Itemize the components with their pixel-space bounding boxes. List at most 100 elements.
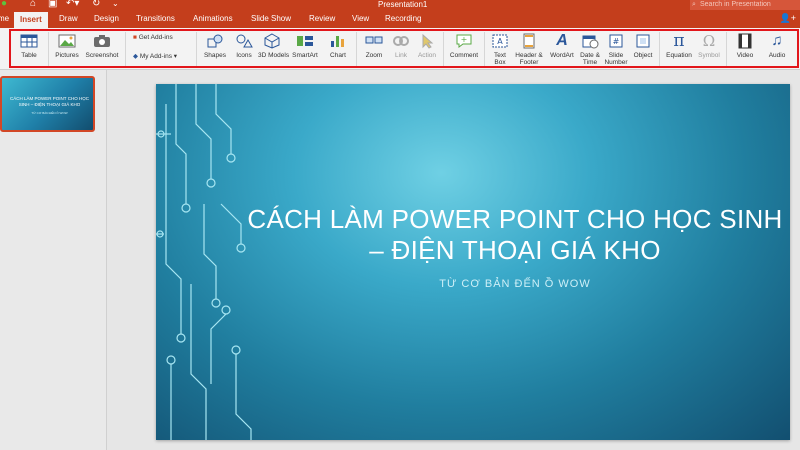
zoom-label: Zoom — [365, 52, 383, 59]
slide-title[interactable]: CÁCH LÀM POWER POINT CHO HỌC SINH – ĐIỆN… — [240, 204, 790, 266]
slide-subtitle[interactable]: TỪ CƠ BẢN ĐẾN Ồ WOW — [240, 278, 790, 290]
smartart-icon — [297, 36, 313, 46]
addins-icon: ◆ — [133, 53, 138, 60]
home-icon[interactable]: ⌂ — [30, 0, 36, 9]
chart-label: Chart — [330, 52, 346, 59]
action-button[interactable]: Action — [414, 28, 440, 70]
slide-number-icon: # — [609, 34, 623, 48]
zoom-icon — [365, 36, 383, 44]
chart-icon — [331, 36, 344, 47]
action-label: Action — [417, 52, 437, 59]
my-addins-button[interactable]: ◆ My Add-ins ▾ — [133, 52, 177, 60]
table-button[interactable]: Table — [14, 28, 44, 70]
share-icon[interactable]: 👤+ — [780, 13, 796, 24]
shapes-icon — [207, 34, 223, 48]
tab-slide-show[interactable]: Slide Show — [251, 14, 291, 24]
icons-label: Icons — [236, 52, 252, 59]
thumbnail-subtitle: TỪ CƠ BẢN ĐẾN Ồ WOW — [31, 111, 68, 115]
header-footer-icon — [523, 33, 535, 49]
smartart-button[interactable]: SmartArt — [288, 28, 322, 70]
object-icon — [636, 34, 650, 48]
search-placeholder: Search in Presentation — [700, 1, 771, 8]
slide-number-button[interactable]: # Slide Number — [602, 28, 630, 70]
window-controls[interactable]: ● — [1, 0, 7, 9]
tab-draw[interactable]: Draw — [59, 14, 78, 24]
film-icon — [738, 33, 752, 49]
svg-text:#: # — [613, 37, 620, 46]
tab-recording[interactable]: Recording — [385, 14, 421, 24]
slide-thumbnail-pane: CÁCH LÀM POWER POINT CHO HỌC SINH – ĐIỆN… — [0, 70, 107, 450]
video-button[interactable]: Video — [730, 28, 760, 70]
ribbon-insert: Table Pictures Screenshot ■ Get Add-ins … — [0, 28, 800, 70]
zoom-button[interactable]: Zoom — [360, 28, 388, 70]
pictures-label: Pictures — [55, 52, 79, 59]
thumbnail-title: CÁCH LÀM POWER POINT CHO HỌC SINH – ĐIỆN… — [10, 96, 89, 107]
date-time-button[interactable]: Date & Time — [578, 28, 602, 70]
pictures-icon — [58, 34, 76, 48]
slide-canvas[interactable]: CÁCH LÀM POWER POINT CHO HỌC SINH – ĐIỆN… — [156, 84, 790, 440]
link-label: Link — [395, 52, 407, 59]
text-box-button[interactable]: A Text Box — [488, 28, 512, 70]
tab-design[interactable]: Design — [94, 14, 119, 24]
chart-button[interactable]: Chart — [322, 28, 354, 70]
object-button[interactable]: Object — [630, 28, 656, 70]
screenshot-button[interactable]: Screenshot — [83, 28, 121, 70]
wordart-button[interactable]: A WordArt — [546, 28, 578, 70]
link-icon — [393, 36, 409, 46]
title-bar: ● ⌂ ▣ ↶▾ ↻ ⌄ Presentation1 ⌕ Search in P… — [0, 0, 800, 10]
comment-button[interactable]: + Comment — [447, 28, 481, 70]
symbol-button[interactable]: Ω Symbol — [696, 28, 722, 70]
slide-number-label: Slide Number — [604, 52, 628, 66]
my-addins-label: My Add-ins — [139, 53, 172, 60]
smartart-label: SmartArt — [292, 52, 318, 59]
store-icon: ■ — [133, 34, 137, 41]
icons-icon — [236, 34, 253, 48]
shapes-label: Shapes — [203, 52, 227, 59]
text-box-label: Text Box — [494, 52, 506, 66]
calendar-icon — [582, 35, 599, 49]
undo-icon[interactable]: ↶▾ — [66, 0, 79, 9]
get-addins-button[interactable]: ■ Get Add-ins — [133, 34, 173, 41]
tab-home[interactable]: me — [0, 14, 9, 24]
action-icon — [422, 33, 434, 49]
window-title: Presentation1 — [378, 0, 428, 9]
audio-button[interactable]: ♫ Audio — [762, 28, 792, 70]
music-note-icon: ♫ — [771, 32, 783, 49]
3d-models-button[interactable]: 3D Models — [258, 28, 290, 70]
cube-icon — [264, 33, 280, 49]
wordart-label: WordArt — [550, 52, 574, 59]
date-time-label: Date & Time — [580, 52, 600, 66]
icons-button[interactable]: Icons — [230, 28, 258, 70]
equation-button[interactable]: π Equation — [662, 28, 696, 70]
screenshot-icon — [94, 35, 110, 47]
search-icon: ⌕ — [692, 1, 696, 8]
search-field[interactable]: ⌕ Search in Presentation — [690, 0, 800, 10]
comment-label: Comment — [449, 52, 479, 59]
3d-models-label: 3D Models — [258, 52, 290, 59]
get-addins-label: Get Add-ins — [138, 34, 173, 41]
screenshot-label: Screenshot — [85, 52, 119, 59]
equation-label: Equation — [666, 52, 692, 59]
customize-toolbar-icon[interactable]: ⌄ — [112, 0, 119, 9]
tab-animations[interactable]: Animations — [193, 14, 233, 24]
tab-transitions[interactable]: Transitions — [136, 14, 175, 24]
slide-thumbnail-1[interactable]: CÁCH LÀM POWER POINT CHO HỌC SINH – ĐIỆN… — [0, 76, 95, 132]
text-box-icon: A — [492, 34, 508, 48]
audio-label: Audio — [768, 52, 786, 59]
pictures-button[interactable]: Pictures — [51, 28, 83, 70]
link-button[interactable]: Link — [388, 28, 414, 70]
save-icon[interactable]: ▣ — [48, 0, 57, 9]
tab-insert[interactable]: Insert — [14, 12, 48, 28]
header-footer-label: Header & Footer — [515, 52, 543, 66]
shapes-button[interactable]: Shapes — [200, 28, 230, 70]
pi-icon: π — [673, 31, 685, 51]
symbol-label: Symbol — [698, 52, 720, 59]
svg-text:+: + — [461, 35, 468, 44]
wordart-icon: A — [556, 32, 568, 49]
header-footer-button[interactable]: Header & Footer — [512, 28, 546, 70]
redo-icon[interactable]: ↻ — [92, 0, 100, 9]
tab-review[interactable]: Review — [309, 14, 335, 24]
table-icon — [20, 34, 38, 48]
tab-view[interactable]: View — [352, 14, 369, 24]
comment-icon: + — [456, 34, 472, 48]
